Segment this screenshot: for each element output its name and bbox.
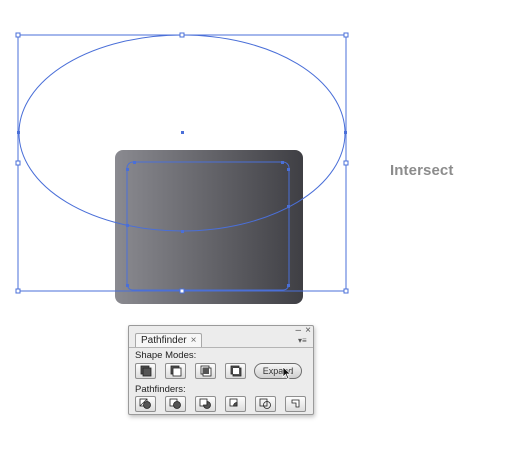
pathfinder-panel: – × Pathfinder × ▾≡ Shape Modes: Expand — [128, 325, 314, 415]
minus-back-icon — [291, 399, 300, 408]
anchor-point[interactable] — [126, 224, 129, 227]
center-point — [181, 131, 184, 134]
divide-icon — [139, 398, 151, 409]
shape-modes-label: Shape Modes: — [135, 350, 197, 361]
pathfinders-label: Pathfinders: — [135, 384, 186, 395]
crop-button[interactable] — [225, 396, 246, 412]
intersect-button[interactable] — [195, 363, 216, 379]
crop-icon — [229, 398, 238, 407]
panel-menu-icon[interactable]: ▾≡ — [298, 337, 310, 346]
trim-icon — [169, 398, 181, 409]
minimize-icon[interactable]: – — [295, 326, 301, 336]
handle-top-center[interactable] — [179, 32, 185, 38]
merge-icon — [199, 398, 211, 409]
minus-front-button[interactable] — [165, 363, 186, 379]
gray-rounded-square-shape[interactable] — [115, 150, 303, 304]
handle-bottom-center[interactable] — [179, 288, 185, 294]
anchor-point[interactable] — [281, 161, 284, 164]
exclude-button[interactable] — [225, 363, 246, 379]
expand-button[interactable]: Expand — [254, 363, 302, 379]
trim-button[interactable] — [165, 396, 186, 412]
mouse-pointer-icon — [282, 366, 292, 380]
anchor-point[interactable] — [126, 168, 129, 171]
anchor-point[interactable] — [126, 284, 129, 287]
anchor-point[interactable] — [344, 131, 347, 134]
handle-bottom-right[interactable] — [343, 288, 349, 294]
anchor-point[interactable] — [287, 205, 290, 208]
minus-front-icon — [170, 365, 182, 377]
intersect-icon — [200, 365, 212, 377]
handle-middle-left[interactable] — [15, 160, 21, 166]
anchor-point[interactable] — [17, 131, 20, 134]
tab-divider — [129, 347, 313, 348]
unite-icon — [140, 365, 152, 377]
anchor-point[interactable] — [287, 284, 290, 287]
tab-label: Pathfinder — [141, 335, 187, 346]
handle-top-right[interactable] — [343, 32, 349, 38]
handle-bottom-left[interactable] — [15, 288, 21, 294]
outline-button[interactable] — [255, 396, 276, 412]
tab-close-icon[interactable]: × — [191, 335, 197, 346]
unite-button[interactable] — [135, 363, 156, 379]
tab-pathfinder[interactable]: Pathfinder × — [135, 333, 203, 348]
anchor-point[interactable] — [287, 168, 290, 171]
minus-back-button[interactable] — [285, 396, 306, 412]
handle-top-left[interactable] — [15, 32, 21, 38]
close-icon[interactable]: × — [305, 326, 311, 336]
anchor-point[interactable] — [181, 230, 184, 233]
anchor-point[interactable] — [133, 161, 136, 164]
merge-button[interactable] — [195, 396, 216, 412]
operation-caption: Intersect — [390, 162, 454, 179]
exclude-icon — [230, 365, 242, 377]
handle-middle-right[interactable] — [343, 160, 349, 166]
outline-icon — [259, 398, 271, 409]
divide-button[interactable] — [135, 396, 156, 412]
